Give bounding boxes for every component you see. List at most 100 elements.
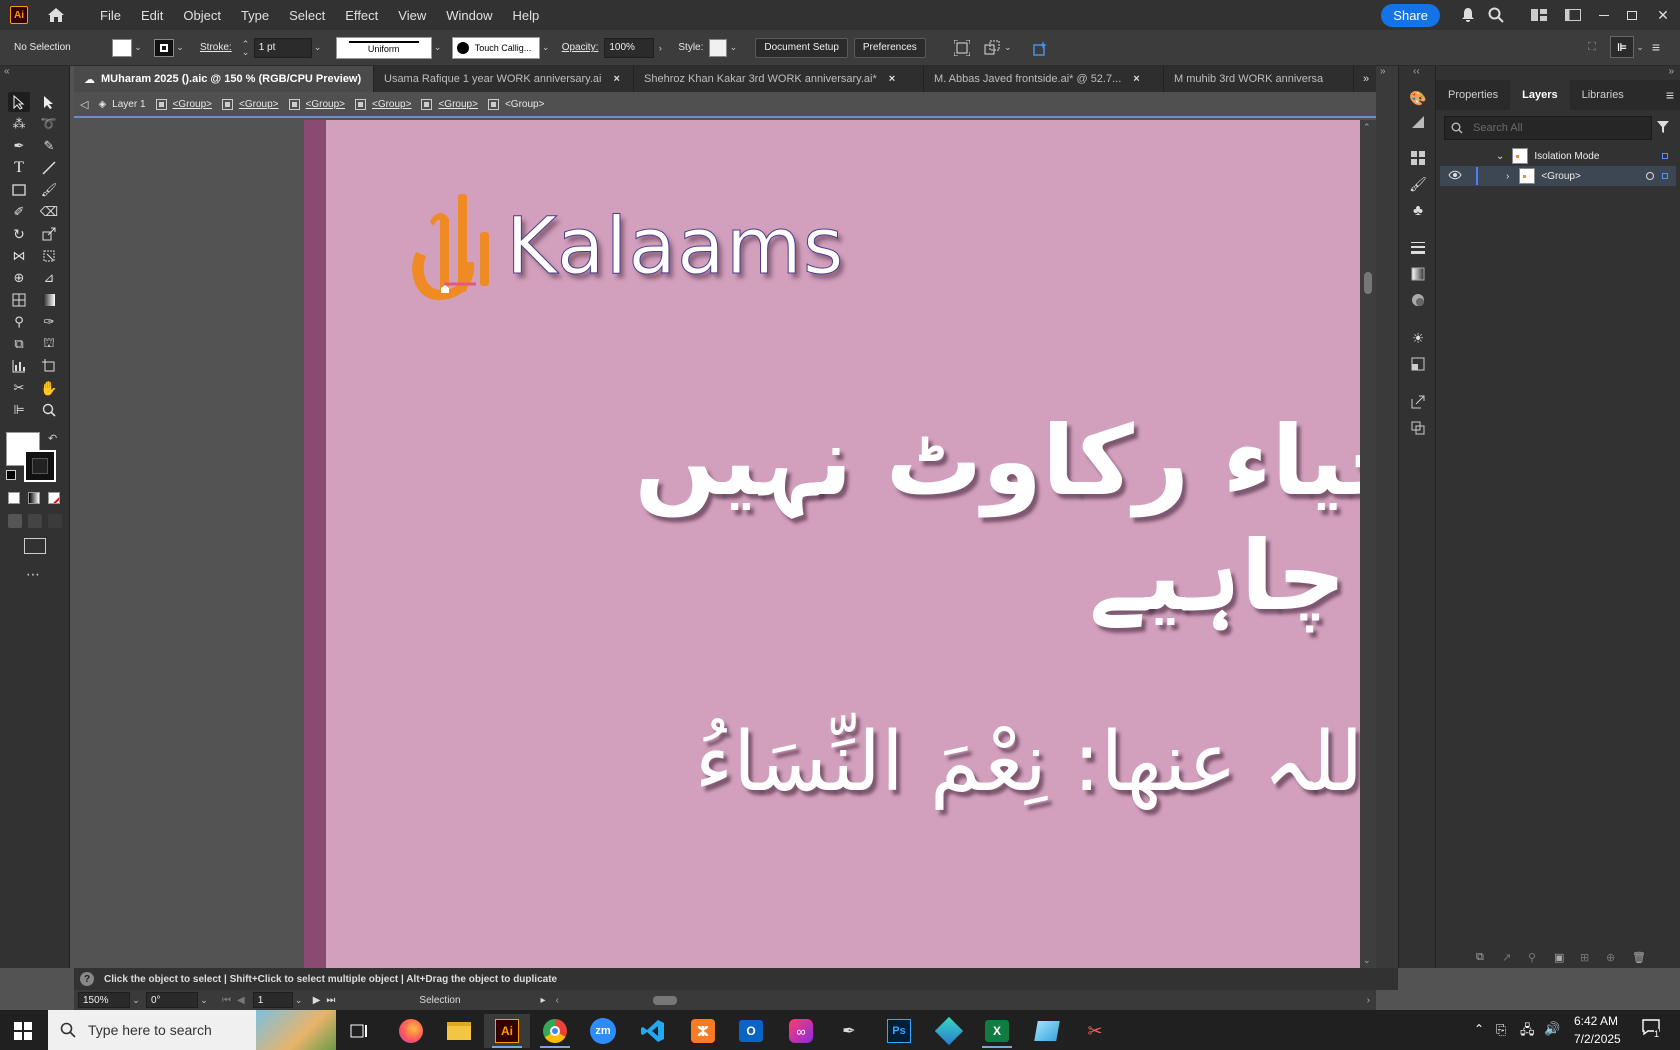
stroke-panel-icon[interactable] (1407, 238, 1429, 258)
export-selection-icon[interactable]: ↗ (1502, 951, 1518, 964)
snipping-tool-icon[interactable]: ✂ (1072, 1014, 1118, 1048)
magic-wand-tool-icon[interactable]: ⁂ (8, 114, 30, 134)
prev-artboard-icon[interactable]: ◀ (237, 995, 245, 1006)
column-graph-tool-icon[interactable] (8, 356, 30, 376)
scroll-right-arrow[interactable]: › (1367, 995, 1370, 1006)
scroll-up-arrow[interactable]: ⌃ (1363, 122, 1371, 133)
first-artboard-icon[interactable]: ⏮ (222, 995, 231, 1006)
scroll-left-arrow[interactable]: ‹ (556, 995, 559, 1006)
more-tabs-icon[interactable]: » (1354, 66, 1378, 92)
menu-select[interactable]: Select (279, 8, 335, 23)
rectangle-tool-icon[interactable] (8, 180, 30, 200)
artboards-panel-icon[interactable] (1407, 418, 1429, 438)
brushes-panel-icon[interactable]: 🖌 (1407, 174, 1429, 194)
type-tool-icon[interactable]: T (8, 158, 30, 178)
draw-normal-icon[interactable] (8, 514, 22, 528)
color-panel-icon[interactable]: 🎨 (1407, 88, 1429, 108)
illustrator-app-icon[interactable]: Ai (10, 6, 28, 24)
collapse-tools-icon[interactable]: « (4, 66, 10, 77)
scroll-down-arrow[interactable]: ⌄ (1363, 955, 1371, 966)
eraser-tool-icon[interactable]: ⌫ (38, 202, 60, 222)
close-tab-icon[interactable]: × (1133, 73, 1139, 85)
zoom-tool-icon[interactable] (38, 400, 60, 420)
filter-icon[interactable] (1656, 120, 1670, 137)
collect-for-export-icon[interactable]: ⧉ (1476, 951, 1492, 964)
visibility-eye-icon[interactable] (1448, 170, 1462, 183)
notification-center-icon[interactable]: 1 (1642, 1019, 1662, 1039)
opacity-input[interactable]: 100% (604, 37, 655, 58)
vscode-icon[interactable] (630, 1014, 676, 1048)
target-circle-icon[interactable] (1646, 172, 1654, 180)
urdu-headline-line2[interactable]: چاہیے (1089, 520, 1346, 632)
collapse-dock-icon[interactable]: » (1380, 66, 1386, 77)
color-guide-icon[interactable] (1407, 112, 1429, 132)
stroke-swatch[interactable] (154, 38, 174, 57)
taskbar-date[interactable]: 7/2/2025 (1574, 1032, 1621, 1046)
canvas-area[interactable]: Kalaams حیاء رکاوٹ نہیں چاہیے اللہ عنھا:… (74, 120, 1376, 968)
share-button[interactable]: Share (1381, 3, 1440, 27)
slice-tool-icon[interactable]: ✂ (8, 378, 30, 398)
curvature-tool-icon[interactable]: ✎ (38, 136, 60, 156)
isolation-mode-row[interactable]: ⌄ Isolation Mode (1440, 146, 1676, 166)
artboard-number-input[interactable]: 1 (252, 992, 293, 1008)
new-sublayer-icon[interactable]: ⊞ (1580, 951, 1596, 964)
search-icon[interactable] (1482, 7, 1510, 23)
zoom-app-icon[interactable]: zm (580, 1014, 626, 1048)
style-dropdown[interactable]: ⌄ (727, 39, 739, 57)
breadcrumb-group-current[interactable]: <Group> (487, 98, 544, 110)
rotation-dropdown[interactable]: ⌄ (198, 991, 210, 1009)
zoom-level-input[interactable]: 150% (78, 992, 130, 1008)
breadcrumb-group[interactable]: <Group> (288, 98, 345, 110)
horizontal-scrollbar[interactable] (567, 993, 1359, 1007)
shape-builder-icon[interactable]: ⛶ (1582, 37, 1602, 57)
menu-object[interactable]: Object (173, 8, 231, 23)
symbols-panel-icon[interactable]: ♣ (1407, 200, 1429, 220)
restore-window-icon[interactable] (1618, 10, 1646, 20)
delete-layer-icon[interactable]: 🗑 (1632, 951, 1648, 964)
tab-properties[interactable]: Properties (1436, 80, 1510, 110)
new-layer-icon[interactable]: ⊕ (1606, 951, 1622, 964)
artboard-tool-icon[interactable] (38, 356, 60, 376)
tray-overflow-icon[interactable]: ⌃ (1474, 1022, 1484, 1036)
rotate-tool-icon[interactable]: ↻ (8, 224, 30, 244)
panel-menu-icon[interactable]: ≡ (1666, 80, 1674, 110)
creative-cloud-icon[interactable]: ∞ (778, 1014, 824, 1048)
transform-dropdown[interactable]: ⌄ (1002, 39, 1014, 57)
recolor-artwork-icon[interactable] (1030, 38, 1050, 58)
screen-mode-icon[interactable] (24, 538, 46, 554)
horizontal-scroll-thumb[interactable] (652, 996, 677, 1005)
last-artboard-icon[interactable]: ⏭ (326, 995, 335, 1006)
vertical-scrollbar[interactable]: ⌃ ⌄ (1360, 120, 1376, 968)
taskbar-time[interactable]: 6:42 AM (1574, 1014, 1618, 1028)
artboard-dropdown[interactable]: ⌄ (293, 991, 305, 1009)
selection-tool-icon[interactable] (8, 92, 30, 112)
control-bar-menu-icon[interactable]: ≡ (1646, 37, 1666, 57)
tab-libraries[interactable]: Libraries (1570, 80, 1636, 110)
zoom-dropdown[interactable]: ⌄ (130, 991, 142, 1009)
selection-indicator-icon[interactable] (1662, 173, 1668, 179)
direct-selection-tool-icon[interactable] (38, 92, 60, 112)
urdu-headline-line1[interactable]: حیاء رکاوٹ نہیں (635, 405, 1377, 517)
width-tool-icon[interactable]: ⋈ (8, 246, 30, 266)
home-icon[interactable] (46, 6, 66, 24)
file-explorer-icon[interactable] (436, 1014, 482, 1048)
menu-help[interactable]: Help (502, 8, 549, 23)
urdu-hadith-line[interactable]: اللہ عنھا: نِعْمَ النِّسَاءُ (695, 715, 1376, 810)
color-mode-icon[interactable] (8, 492, 20, 504)
print-tiling-tool-icon[interactable]: ⊫ (8, 400, 30, 420)
preferences-button[interactable]: Preferences (853, 37, 926, 58)
graphic-styles-icon[interactable] (1407, 354, 1429, 374)
xampp-icon[interactable]: ⵣ (680, 1014, 726, 1048)
brush-definition[interactable]: Touch Callig... (451, 36, 540, 59)
mesh-tool-icon[interactable] (8, 290, 30, 310)
workspace-icon[interactable] (1556, 9, 1590, 21)
expand-chevron-icon[interactable]: › (1506, 171, 1509, 182)
locate-object-icon[interactable]: ⚲ (1528, 951, 1544, 964)
make-clipping-mask-icon[interactable]: ▣ (1554, 951, 1570, 964)
blend-tool-icon[interactable]: ⧉ (8, 334, 30, 354)
menu-file[interactable]: File (90, 8, 131, 23)
vertical-scroll-thumb[interactable] (1364, 272, 1372, 294)
panel-collapse-icon[interactable]: » (1668, 66, 1674, 77)
stroke-color-box[interactable] (24, 450, 56, 482)
document-setup-button[interactable]: Document Setup (755, 37, 848, 58)
